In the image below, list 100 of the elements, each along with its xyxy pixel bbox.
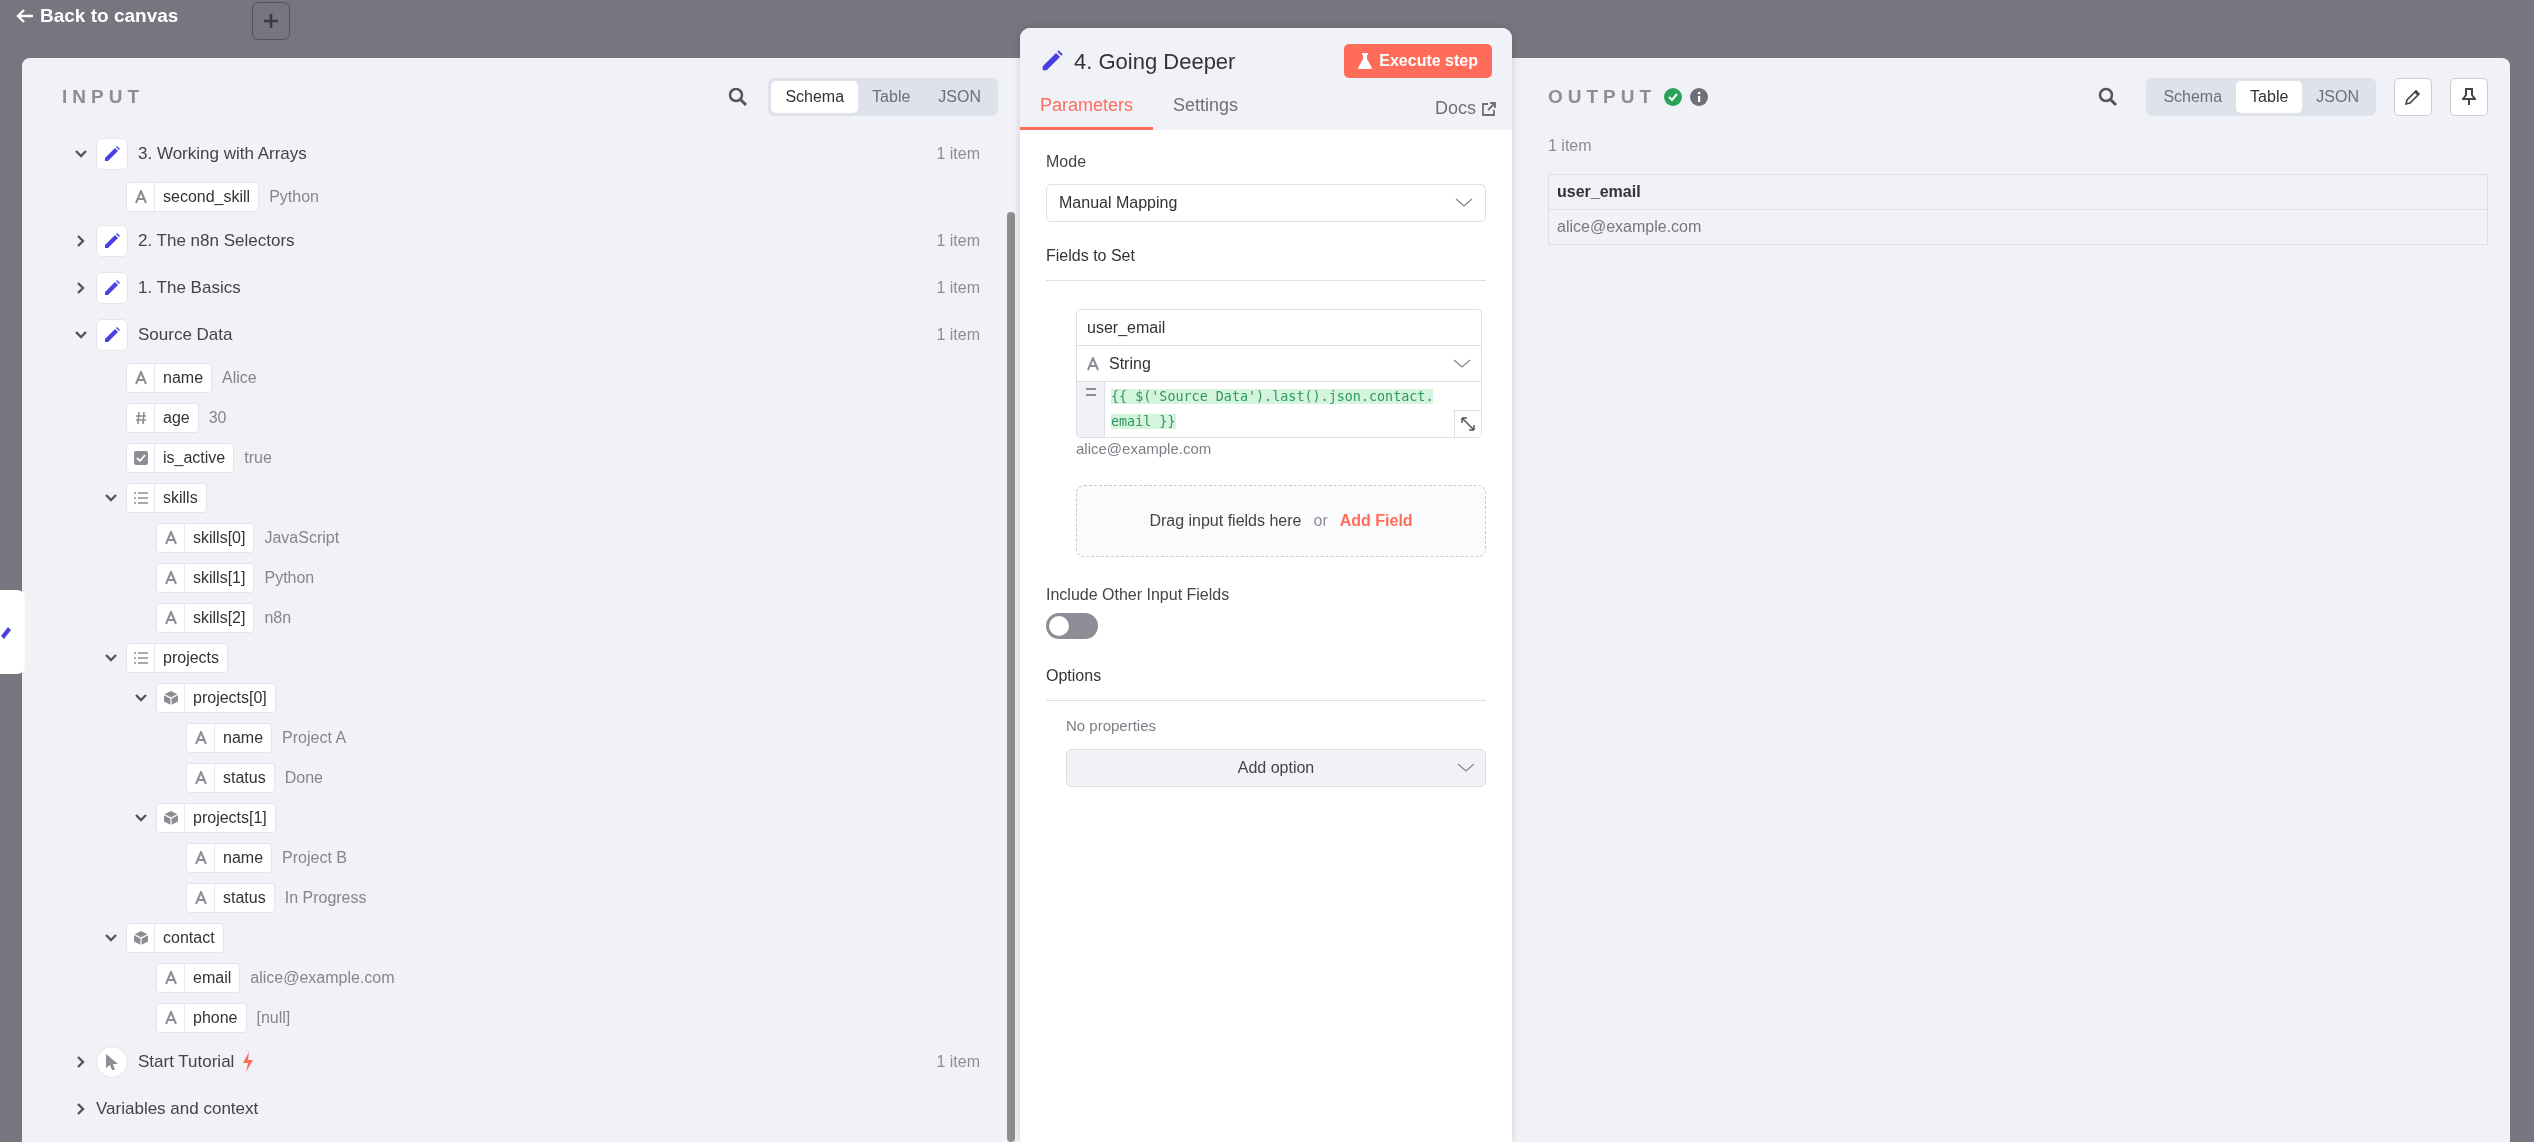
view-tab[interactable]: Schema — [771, 81, 859, 113]
node-label[interactable]: 3. Working with Arrays — [138, 140, 307, 167]
view-tab[interactable]: Schema — [2149, 81, 2237, 113]
resize-icon — [1461, 416, 1475, 431]
chevron-right-icon[interactable] — [76, 1054, 86, 1069]
drop-hint: Drag input fields here — [1149, 511, 1302, 532]
cursor-icon — [105, 1052, 119, 1071]
field-chip[interactable]: phone — [156, 1003, 247, 1033]
hash-icon — [134, 411, 147, 425]
pin-button[interactable] — [2450, 78, 2488, 116]
pencil-icon — [103, 278, 121, 297]
cube-icon — [163, 691, 178, 705]
chevron-down-icon[interactable] — [104, 493, 118, 503]
node-label[interactable]: Start Tutorial — [138, 1048, 235, 1075]
side-tab[interactable] — [0, 590, 25, 674]
field-chip[interactable]: name — [186, 723, 273, 753]
node-title: 4. Going Deeper — [1074, 47, 1236, 76]
or-label: or — [1313, 511, 1328, 532]
chevron-down-icon[interactable] — [104, 933, 118, 943]
docs-link[interactable]: Docs — [1435, 89, 1496, 130]
field-value: alice@example.com — [250, 968, 395, 988]
type-select[interactable]: String — [1077, 346, 1481, 382]
node-label[interactable]: 2. The n8n Selectors — [138, 227, 295, 254]
expand-button[interactable] — [1454, 409, 1481, 437]
tab[interactable]: Settings — [1153, 86, 1259, 130]
view-tab[interactable]: Table — [858, 81, 925, 113]
view-tab[interactable]: JSON — [2302, 81, 2373, 113]
field-value: true — [244, 448, 272, 468]
field-value: 30 — [208, 408, 227, 428]
search-icon[interactable] — [2098, 87, 2119, 107]
lightning-icon — [242, 1051, 255, 1072]
pencil-icon — [1040, 49, 1064, 73]
letter-a-icon — [194, 771, 207, 785]
field-chip[interactable]: email — [156, 963, 241, 993]
panel-title: OUTPUT — [1548, 84, 1657, 109]
letter-a-icon — [1087, 356, 1099, 371]
view-tab[interactable]: Table — [2236, 81, 2303, 113]
field-value: [null] — [256, 1008, 291, 1028]
field-chip[interactable]: status — [186, 763, 275, 793]
search-icon[interactable] — [728, 87, 749, 107]
pencil-icon — [0, 624, 12, 640]
field-name-input[interactable]: user_email — [1077, 310, 1481, 346]
letter-a-icon — [164, 571, 177, 585]
field-chip[interactable]: second_skill — [126, 182, 260, 212]
panel-title: INPUT — [62, 84, 144, 109]
chevron-down-icon[interactable] — [134, 693, 148, 703]
item-count: 1 item — [936, 230, 980, 251]
list-icon — [133, 652, 148, 664]
field-chip[interactable]: projects — [126, 643, 229, 673]
view-tab[interactable]: JSON — [924, 81, 995, 113]
chevron-right-icon[interactable] — [76, 233, 86, 248]
add-button[interactable] — [252, 2, 291, 40]
node-label[interactable]: Source Data — [138, 321, 233, 348]
field-chip[interactable]: skills[0] — [156, 523, 255, 553]
field-value: Alice — [222, 368, 257, 388]
field-chip[interactable]: skills[1] — [156, 563, 255, 593]
flask-icon — [1358, 53, 1373, 69]
field-chip[interactable]: status — [186, 883, 275, 913]
field-chip[interactable]: contact — [126, 923, 224, 953]
letter-a-icon — [134, 371, 147, 385]
field-label: Include Other Input Fields — [1046, 585, 1231, 606]
field-chip[interactable]: name — [186, 843, 273, 873]
chevron-right-icon[interactable] — [76, 280, 86, 295]
back-link[interactable]: Back to canvas — [12, 2, 183, 31]
add-option-dropdown[interactable]: Add option — [1066, 749, 1486, 788]
field-chip[interactable]: name — [126, 363, 213, 393]
node-label[interactable]: 1. The Basics — [138, 274, 241, 301]
chevron-down-icon[interactable] — [104, 653, 118, 663]
list-icon — [133, 492, 148, 504]
chevron-down-icon[interactable] — [134, 813, 148, 823]
item-count: 1 item — [1548, 136, 1593, 156]
equals-icon — [1085, 388, 1096, 396]
edit-button[interactable] — [2394, 78, 2432, 116]
section-label[interactable]: Variables and context — [96, 1095, 259, 1122]
chevron-right-icon[interactable] — [76, 1101, 86, 1116]
field-chip[interactable]: is_active — [126, 443, 235, 473]
mode-select[interactable]: Manual Mapping — [1046, 184, 1486, 222]
letter-a-icon — [164, 531, 177, 545]
external-link-icon — [1482, 101, 1496, 116]
field-value: Python — [264, 568, 315, 588]
letter-a-icon — [194, 731, 207, 745]
result-preview: alice@example.com — [1076, 438, 1213, 459]
field-chip[interactable]: age — [126, 403, 199, 433]
chevron-down-icon[interactable] — [74, 329, 88, 340]
pencil-icon — [103, 231, 121, 250]
chevron-down-icon[interactable] — [74, 148, 88, 159]
pencil-icon — [103, 325, 121, 344]
pencil-icon — [2404, 88, 2422, 106]
field-chip[interactable]: skills — [126, 483, 207, 513]
chevron-down-icon — [1457, 763, 1475, 774]
empty-message: No properties — [1066, 715, 1158, 736]
toggle-switch[interactable] — [1046, 613, 1098, 640]
field-chip[interactable]: projects[0] — [156, 683, 276, 713]
field-chip[interactable]: projects[1] — [156, 803, 276, 833]
pin-icon — [2462, 88, 2476, 106]
field-value: Project A — [282, 728, 347, 748]
chevron-down-icon — [1453, 358, 1471, 369]
field-value: n8n — [264, 608, 292, 628]
field-chip[interactable]: skills[2] — [156, 603, 255, 633]
field-value: Done — [284, 768, 323, 788]
